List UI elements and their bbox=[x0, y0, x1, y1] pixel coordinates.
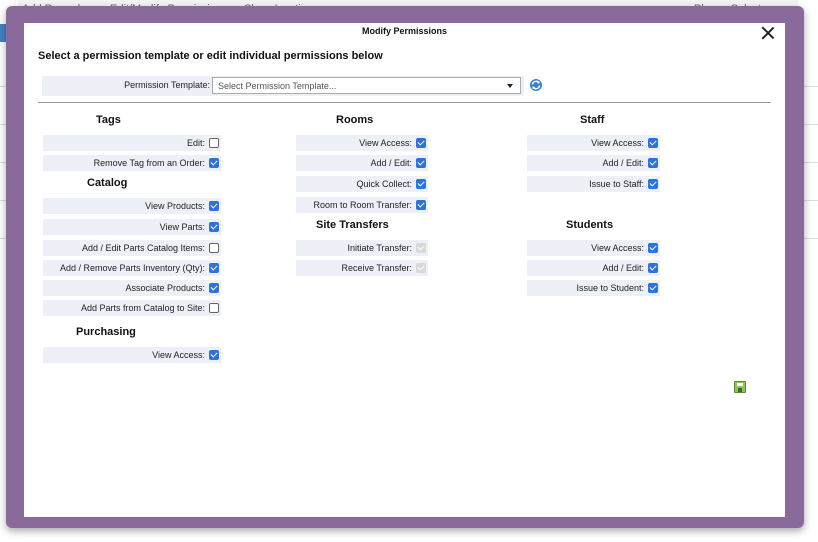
perm-label: Add / Edit Parts Catalog Items: bbox=[81, 243, 205, 253]
perm-label: Receive Transfer: bbox=[341, 263, 412, 273]
perm-label: View Access: bbox=[152, 350, 205, 360]
perm-row-catalog-add-parts-to-site: Add Parts from Catalog to Site: bbox=[43, 300, 221, 316]
perm-label: Issue to Staff: bbox=[589, 179, 644, 189]
permission-template-label: Permission Template: bbox=[124, 80, 210, 90]
instructions-text: Select a permission template or edit ind… bbox=[38, 50, 383, 62]
close-icon[interactable] bbox=[760, 25, 776, 41]
checkbox-catalog-associate-products[interactable] bbox=[209, 283, 219, 293]
modal-frame: Modify Permissions Select a permission t… bbox=[6, 6, 804, 528]
checkbox-catalog-view-parts[interactable] bbox=[209, 222, 219, 232]
checkbox-staff-view-access[interactable] bbox=[648, 138, 658, 148]
checkbox-staff-issue[interactable] bbox=[648, 179, 658, 189]
perm-label: View Access: bbox=[359, 138, 412, 148]
perm-row-rooms-quick-collect: Quick Collect: bbox=[296, 176, 428, 192]
perm-row-tags-remove: Remove Tag from an Order: bbox=[43, 155, 221, 171]
perm-label: Quick Collect: bbox=[356, 179, 412, 189]
checkbox-rooms-room-transfer[interactable] bbox=[416, 200, 426, 210]
section-title-purchasing: Purchasing bbox=[76, 326, 136, 338]
perm-label: Associate Products: bbox=[125, 283, 205, 293]
checkbox-catalog-add-remove-inventory[interactable] bbox=[209, 263, 219, 273]
perm-label: View Parts: bbox=[159, 222, 205, 232]
permission-template-row: Permission Template: Select Permission T… bbox=[42, 76, 524, 96]
perm-label: Edit: bbox=[186, 138, 205, 148]
perm-label: Add / Remove Parts Inventory (Qty): bbox=[59, 263, 205, 273]
permission-template-select[interactable]: Select Permission Template... bbox=[212, 77, 521, 94]
perm-row-staff-view-access: View Access: bbox=[527, 135, 660, 151]
perm-label: Issue to Student: bbox=[576, 283, 644, 293]
checkbox-staff-add-edit[interactable] bbox=[648, 158, 658, 168]
checkbox-tags-remove[interactable] bbox=[209, 158, 219, 168]
checkbox-purchasing-view-access[interactable] bbox=[209, 350, 219, 360]
perm-row-transfers-receive: Receive Transfer: bbox=[296, 260, 428, 276]
checkbox-catalog-add-edit-parts[interactable] bbox=[209, 243, 219, 253]
checkbox-students-view-access[interactable] bbox=[648, 243, 658, 253]
checkbox-rooms-add-edit[interactable] bbox=[416, 158, 426, 168]
perm-label: Add / Edit: bbox=[602, 158, 644, 168]
checkbox-transfers-initiate bbox=[416, 243, 426, 253]
perm-label: Add / Edit: bbox=[370, 158, 412, 168]
chevron-down-icon bbox=[507, 84, 513, 88]
perm-label: View Access: bbox=[591, 243, 644, 253]
section-title-site-transfers: Site Transfers bbox=[316, 219, 389, 231]
perm-row-catalog-view-parts: View Parts: bbox=[43, 219, 221, 235]
perm-label: Remove Tag from an Order: bbox=[93, 158, 205, 168]
checkbox-students-add-edit[interactable] bbox=[648, 263, 658, 273]
perm-row-students-view-access: View Access: bbox=[527, 240, 660, 256]
permission-template-placeholder: Select Permission Template... bbox=[218, 81, 337, 91]
checkbox-tags-edit[interactable] bbox=[209, 138, 219, 148]
perm-row-rooms-view-access: View Access: bbox=[296, 135, 428, 151]
perm-row-rooms-add-edit: Add / Edit: bbox=[296, 155, 428, 171]
perm-row-tags-edit: Edit: bbox=[43, 135, 221, 151]
checkbox-catalog-view-products[interactable] bbox=[209, 201, 219, 211]
perm-row-students-add-edit: Add / Edit: bbox=[527, 260, 660, 276]
perm-row-catalog-add-edit-parts: Add / Edit Parts Catalog Items: bbox=[43, 240, 221, 256]
section-title-staff: Staff bbox=[580, 114, 605, 126]
perm-label: View Access: bbox=[591, 138, 644, 148]
perm-label: View Products: bbox=[145, 201, 205, 211]
perm-row-catalog-view-products: View Products: bbox=[43, 198, 221, 214]
perm-label: Add Parts from Catalog to Site: bbox=[80, 303, 205, 313]
perm-row-staff-add-edit: Add / Edit: bbox=[527, 155, 660, 171]
modify-permissions-dialog: Modify Permissions Select a permission t… bbox=[24, 23, 785, 517]
checkbox-transfers-receive bbox=[416, 263, 426, 273]
perm-row-students-issue: Issue to Student: bbox=[527, 280, 660, 296]
perm-row-catalog-add-remove-inventory: Add / Remove Parts Inventory (Qty): bbox=[43, 260, 221, 276]
checkbox-students-issue[interactable] bbox=[648, 283, 658, 293]
section-divider bbox=[38, 102, 771, 103]
refresh-icon[interactable] bbox=[529, 78, 543, 92]
checkbox-rooms-view-access[interactable] bbox=[416, 138, 426, 148]
perm-label: Add / Edit: bbox=[602, 263, 644, 273]
perm-row-catalog-associate-products: Associate Products: bbox=[43, 280, 221, 296]
save-icon[interactable] bbox=[734, 381, 746, 393]
perm-label: Room to Room Transfer: bbox=[313, 200, 412, 210]
section-title-rooms: Rooms bbox=[336, 114, 374, 126]
checkbox-catalog-add-parts-to-site[interactable] bbox=[209, 303, 219, 313]
modal-title: Modify Permissions bbox=[361, 26, 448, 36]
perm-row-staff-issue: Issue to Staff: bbox=[527, 176, 660, 192]
section-title-tags: Tags bbox=[96, 114, 121, 126]
perm-row-transfers-initiate: Initiate Transfer: bbox=[296, 240, 428, 256]
perm-label: Initiate Transfer: bbox=[347, 243, 412, 253]
perm-row-rooms-room-transfer: Room to Room Transfer: bbox=[296, 197, 428, 213]
checkbox-rooms-quick-collect[interactable] bbox=[416, 179, 426, 189]
section-title-students: Students bbox=[566, 219, 614, 231]
perm-row-purchasing-view-access: View Access: bbox=[43, 347, 221, 363]
section-title-catalog: Catalog bbox=[87, 177, 128, 189]
